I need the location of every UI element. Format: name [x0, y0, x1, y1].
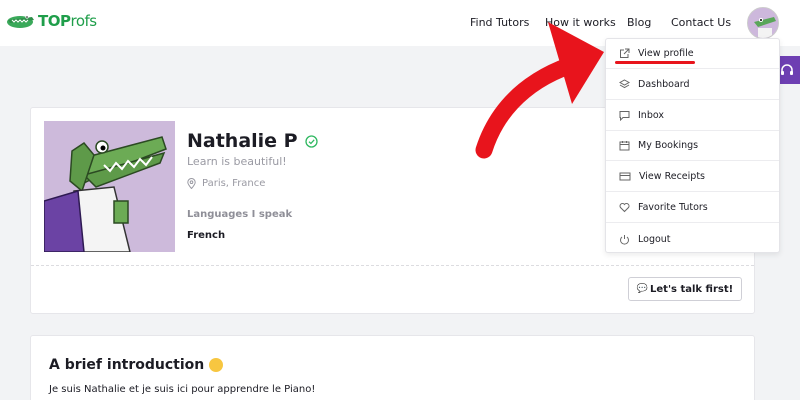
menu-label: My Bookings: [638, 140, 699, 151]
intro-title: A brief introduction: [49, 357, 224, 373]
location-text: Paris, France: [202, 178, 266, 189]
map-pin-icon: [187, 178, 196, 189]
menu-label: Dashboard: [638, 79, 690, 90]
menu-label: Favorite Tutors: [638, 202, 708, 213]
power-icon: [620, 234, 629, 245]
menu-item-favorite-tutors[interactable]: Favorite Tutors: [606, 193, 779, 223]
tutor-name-text: Nathalie P: [187, 130, 298, 152]
calendar-icon: [619, 141, 630, 151]
annotation-underline: [615, 61, 695, 64]
hugging-emoji-icon: [209, 358, 224, 372]
lets-talk-label: Let's talk first!: [650, 283, 734, 295]
menu-item-my-bookings[interactable]: My Bookings: [606, 131, 779, 161]
logo-wordmark: TOProfs: [38, 12, 97, 30]
heart-icon: [619, 203, 630, 213]
menu-item-view-receipts[interactable]: View Receipts: [606, 162, 779, 192]
chat-bubble-icon: 💬: [636, 284, 649, 294]
menu-item-dashboard[interactable]: Dashboard: [606, 70, 779, 100]
tutor-name: Nathalie P: [187, 130, 318, 152]
user-avatar[interactable]: [747, 7, 779, 39]
nav-blog[interactable]: Blog: [627, 16, 651, 29]
menu-label: View profile: [638, 48, 694, 59]
menu-item-inbox[interactable]: Inbox: [606, 101, 779, 131]
card-divider: [31, 265, 754, 266]
card-icon: [619, 172, 631, 181]
user-dropdown-menu: View profile Dashboard Inbox My Bookings…: [605, 38, 780, 253]
verified-check-icon: [304, 134, 318, 148]
languages-label: Languages I speak: [187, 209, 293, 220]
external-link-icon: [620, 48, 630, 58]
tutor-location: Paris, France: [187, 178, 265, 189]
tutor-photo: [44, 121, 175, 252]
headphones-icon: [781, 64, 793, 75]
toprofs-logo[interactable]: TOProfs: [6, 10, 97, 32]
intro-card: A brief introduction Je suis Nathalie et…: [30, 335, 755, 400]
nav-how-it-works[interactable]: How it works: [545, 16, 616, 29]
menu-label: View Receipts: [639, 171, 705, 182]
layers-icon: [619, 79, 630, 89]
menu-label: Inbox: [638, 110, 664, 121]
message-icon: [619, 111, 630, 121]
menu-item-view-profile[interactable]: View profile: [606, 39, 779, 69]
nav-find-tutors[interactable]: Find Tutors: [470, 16, 529, 29]
intro-text: Je suis Nathalie et je suis ici pour app…: [49, 384, 316, 395]
lets-talk-button[interactable]: 💬 Let's talk first!: [628, 277, 742, 301]
intro-title-text: A brief introduction: [49, 357, 205, 373]
crocodile-logo-icon: [7, 15, 34, 28]
nav-contact-us[interactable]: Contact Us: [671, 16, 731, 29]
language-value: French: [187, 230, 226, 241]
tutor-tagline: Learn is beautiful!: [187, 155, 287, 168]
menu-item-logout[interactable]: Logout: [606, 224, 779, 254]
menu-label: Logout: [638, 233, 671, 245]
crocodile-character-image: [44, 121, 175, 252]
crocodile-avatar-icon: [748, 8, 778, 38]
